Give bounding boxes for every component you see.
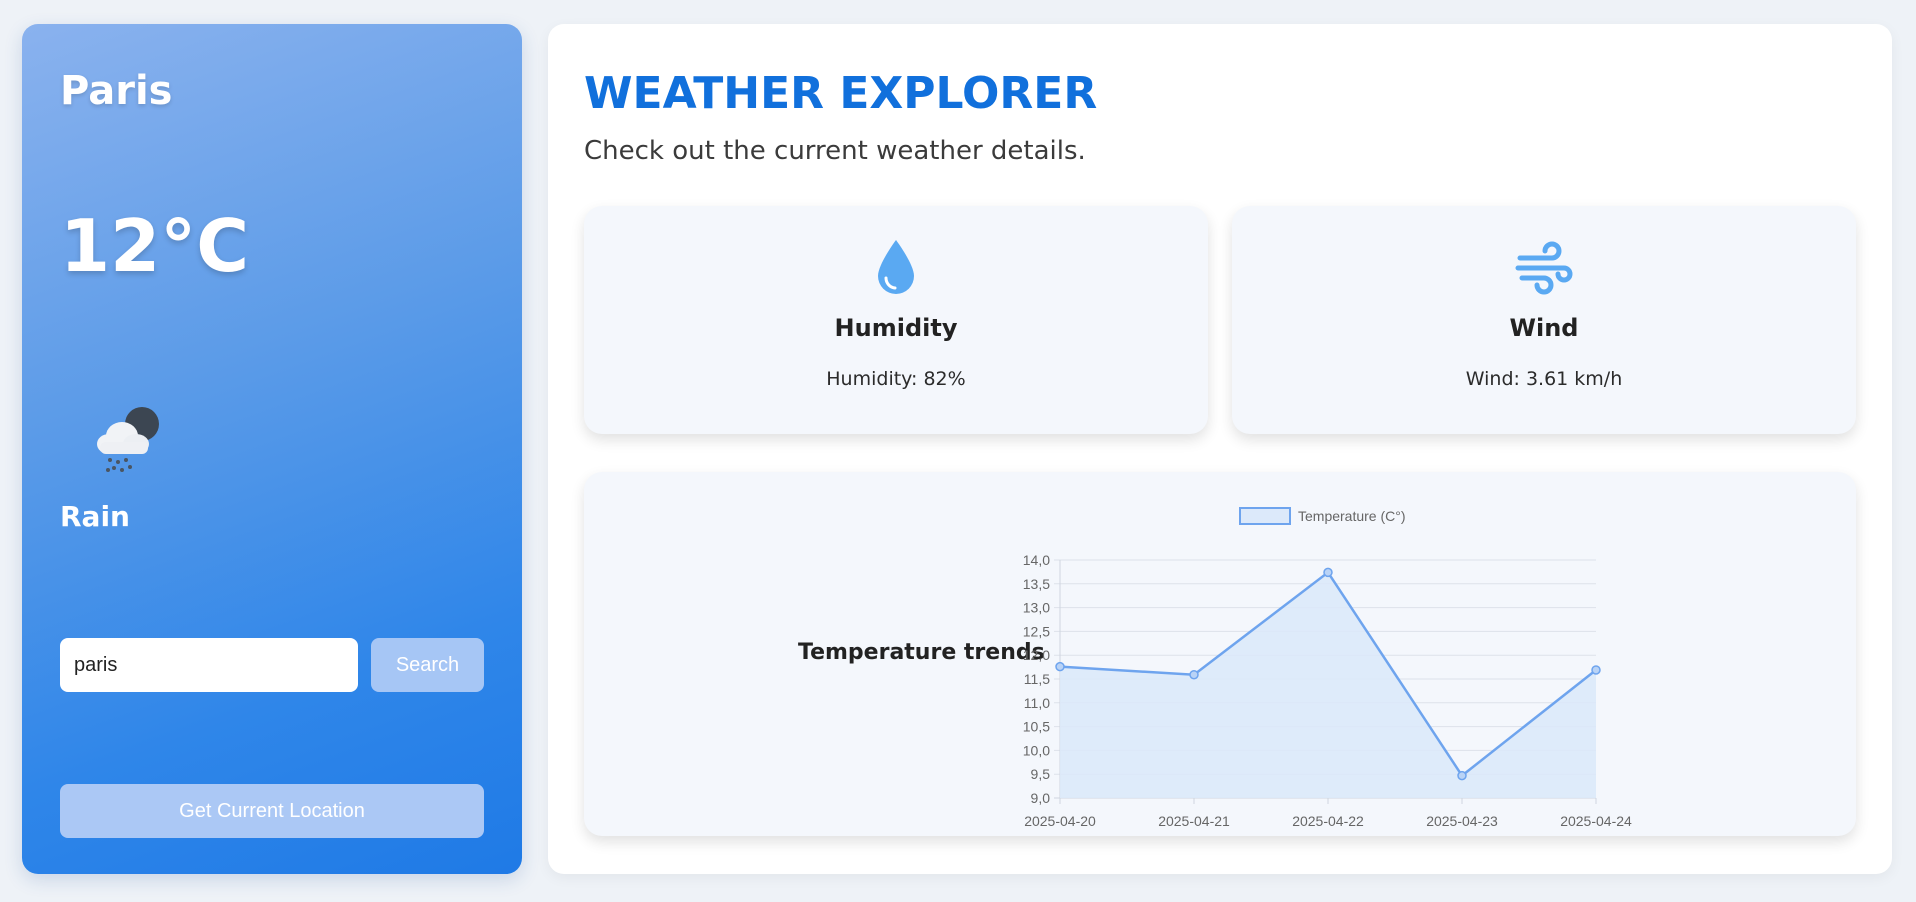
y-tick-label: 9,0 (1031, 790, 1051, 806)
city-search-input[interactable] (60, 638, 358, 692)
x-tick-label: 2025-04-23 (1426, 813, 1498, 829)
x-tick-label: 2025-04-21 (1158, 813, 1230, 829)
current-temperature: 12°C (60, 204, 250, 288)
legend-label: Temperature (C°) (1298, 508, 1406, 524)
page-subtitle: Check out the current weather details. (584, 136, 1086, 166)
wind-card: Wind Wind: 3.61 km/h (1232, 206, 1856, 434)
city-name: Paris (60, 68, 173, 114)
data-point (1591, 665, 1601, 675)
x-tick-label: 2025-04-20 (1024, 813, 1096, 829)
temperature-chart: 14,0 13,5 13,0 12,5 12,0 11,5 11,0 10,5 10,0 9,5 9… (1023, 507, 1632, 829)
wind-title: Wind (1509, 314, 1579, 342)
humidity-card: Humidity Humidity: 82% (584, 206, 1208, 434)
weather-sidebar: Paris 12°C Rain Search Get Current Locat… (22, 24, 522, 874)
y-tick-label: 13,5 (1023, 576, 1050, 592)
humidity-value: Humidity: 82% (826, 368, 966, 390)
y-tick-label: 11,5 (1024, 671, 1050, 687)
temperature-chart-card: Temperature trends 14,0 13,5 13,0 12,5 12,0 1… (584, 472, 1856, 836)
data-point (1055, 661, 1065, 672)
y-tick-label: 10,0 (1023, 742, 1050, 758)
y-tick-label: 12,5 (1023, 623, 1050, 639)
y-tick-label: 9,5 (1031, 766, 1051, 782)
y-tick-label: 10,5 (1023, 719, 1050, 735)
data-point (1457, 770, 1467, 781)
y-tick-label: 12,0 (1023, 647, 1050, 663)
y-tick-label: 14,0 (1023, 552, 1050, 568)
legend-swatch (1239, 507, 1291, 525)
data-point (1189, 669, 1199, 680)
wind-value: Wind: 3.61 km/h (1465, 368, 1623, 390)
cloud-rain-moon-icon (84, 394, 174, 484)
x-tick-label: 2025-04-24 (1560, 813, 1632, 829)
x-tick-label: 2025-04-22 (1292, 813, 1364, 829)
data-point (1323, 567, 1333, 578)
main-panel: WEATHER EXPLORER Check out the current w… (548, 24, 1892, 874)
page-title: WEATHER EXPLORER (584, 68, 1098, 119)
humidity-title: Humidity (834, 314, 958, 342)
series-area (1060, 572, 1596, 798)
search-button[interactable]: Search (371, 638, 484, 692)
y-tick-label: 13,0 (1023, 600, 1050, 616)
y-tick-label: 11,0 (1024, 695, 1050, 711)
get-location-button[interactable]: Get Current Location (60, 784, 484, 838)
wind-icon (1514, 236, 1574, 296)
weather-condition: Rain (60, 500, 130, 533)
water-drop-icon (866, 236, 926, 296)
